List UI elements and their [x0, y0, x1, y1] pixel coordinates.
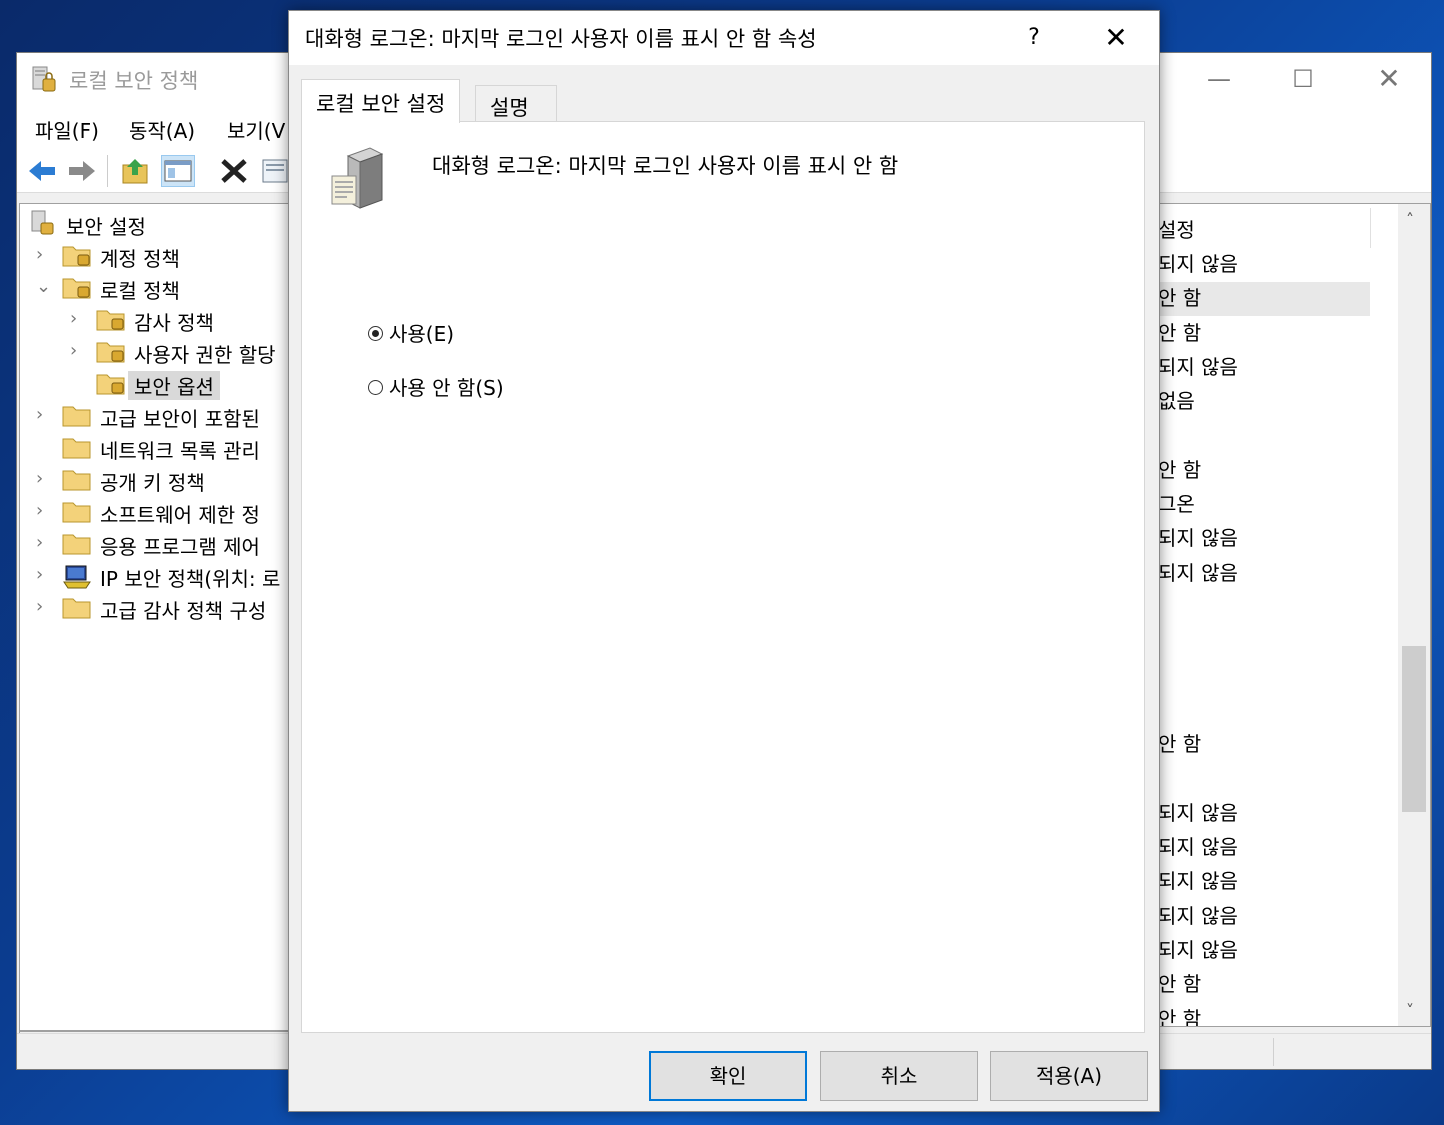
- list-vertical-scrollbar[interactable]: ˄ ˅: [1398, 204, 1430, 1026]
- folder-icon: [62, 498, 91, 524]
- security-settings-icon: [30, 210, 58, 236]
- menu-file[interactable]: 파일(F): [35, 115, 99, 144]
- apply-button[interactable]: 적용(A): [990, 1051, 1148, 1101]
- up-folder-icon[interactable]: [119, 155, 153, 187]
- dialog-close-button[interactable]: ✕: [1099, 21, 1133, 55]
- policy-folder-icon: [62, 242, 91, 268]
- list-row[interactable]: 안 함: [1158, 968, 1370, 1002]
- list-row[interactable]: 되지 않음: [1158, 865, 1370, 899]
- tree-item-label: 응용 프로그램 제어: [100, 535, 260, 559]
- minimize-button[interactable]: —: [1199, 63, 1239, 95]
- list-row[interactable]: 안 함: [1158, 282, 1370, 317]
- cancel-button[interactable]: 취소: [820, 1051, 978, 1101]
- list-row[interactable]: 안 함: [1158, 317, 1370, 351]
- policy-folder-icon: [96, 338, 125, 364]
- list-row[interactable]: 안 함: [1158, 728, 1370, 762]
- close-button[interactable]: ✕: [1369, 63, 1409, 95]
- chevron-right-icon[interactable]: ›: [70, 340, 86, 361]
- policy-name: 대화형 로그온: 마지막 로그인 사용자 이름 표시 안 함: [432, 154, 899, 178]
- list-row[interactable]: 되지 않음: [1158, 351, 1370, 385]
- policy-folder-icon: [96, 370, 125, 396]
- toolbar-separator: [107, 155, 108, 187]
- tree-item-label: 고급 감사 정책 구성: [100, 599, 267, 623]
- menu-action[interactable]: 동작(A): [129, 115, 195, 144]
- list-row[interactable]: [1158, 660, 1370, 694]
- scroll-thumb[interactable]: [1402, 646, 1426, 812]
- tree-item-label: 감사 정책: [134, 311, 214, 335]
- chevron-right-icon[interactable]: ›: [36, 500, 52, 521]
- tree-item-label: 사용자 권한 할당: [134, 343, 276, 367]
- list-row[interactable]: 되지 않음: [1158, 797, 1370, 831]
- radio-enabled-label[interactable]: 사용(E): [389, 318, 454, 347]
- scroll-down-icon[interactable]: ˅: [1406, 1001, 1414, 1020]
- delete-icon[interactable]: [217, 155, 251, 187]
- chevron-right-icon[interactable]: ›: [36, 244, 52, 265]
- column-divider[interactable]: [1370, 208, 1371, 248]
- folder-icon: [62, 594, 91, 620]
- ip-security-icon: [62, 562, 91, 589]
- tree-item-label: 네트워크 목록 관리: [100, 439, 260, 463]
- server-icon: [330, 146, 388, 210]
- policy-properties-dialog: 대화형 로그온: 마지막 로그인 사용자 이름 표시 안 함 속성 ? ✕ 로컬…: [288, 10, 1160, 1112]
- radio-disabled-circle[interactable]: [368, 380, 383, 395]
- chevron-right-icon[interactable]: ›: [70, 308, 86, 329]
- tree-item-label: 소프트웨어 제한 정: [100, 503, 260, 527]
- list-row[interactable]: 없음: [1158, 385, 1370, 419]
- tree-item-label: 고급 보안이 포함된: [100, 407, 260, 431]
- chevron-right-icon[interactable]: ›: [36, 532, 52, 553]
- radio-enabled-circle[interactable]: [368, 326, 383, 341]
- tree-item-label: 로컬 정책: [100, 279, 180, 303]
- tree-item-label: 보안 설정: [66, 215, 146, 239]
- list-row[interactable]: 안 함: [1158, 454, 1370, 488]
- help-button[interactable]: ?: [1019, 21, 1049, 55]
- radio-disabled-label[interactable]: 사용 안 함(S): [389, 372, 504, 401]
- list-row[interactable]: [1158, 763, 1370, 797]
- menu-view[interactable]: 보기(V: [227, 115, 285, 144]
- tree-item-label: 공개 키 정책: [100, 471, 205, 495]
- chevron-right-icon[interactable]: ›: [36, 404, 52, 425]
- policy-list-pane: 설정 되지 않음 안 함안 함 되지 않음 없음 안 함 그온 되지 않음 되지 않음 안 함되…: [1157, 203, 1431, 1027]
- policy-folder-icon: [62, 274, 91, 300]
- chevron-right-icon[interactable]: ›: [36, 596, 52, 617]
- list-row[interactable]: [1158, 420, 1370, 454]
- policy-folder-icon: [96, 306, 125, 332]
- chevron-down-icon[interactable]: ⌄: [36, 276, 52, 297]
- local-security-setting-panel: 대화형 로그온: 마지막 로그인 사용자 이름 표시 안 함 사용(E) 사용 …: [301, 121, 1145, 1033]
- list-row[interactable]: [1158, 625, 1370, 659]
- list-row[interactable]: [1158, 694, 1370, 728]
- folder-icon: [62, 466, 91, 492]
- list-row[interactable]: 되지 않음: [1158, 248, 1370, 282]
- back-arrow-icon[interactable]: [25, 155, 59, 187]
- list-row[interactable]: 되지 않음: [1158, 934, 1370, 968]
- list-row[interactable]: 안 함: [1158, 1003, 1370, 1026]
- list-row[interactable]: 그온: [1158, 488, 1370, 522]
- tab-local-security-setting[interactable]: 로컬 보안 설정: [301, 79, 461, 123]
- tree-item-label: IP 보안 정책(위치: 로: [100, 567, 281, 591]
- tab-explain[interactable]: 설명: [475, 85, 557, 125]
- tree-item-label: 계정 정책: [100, 247, 180, 271]
- security-policy-app-icon: [31, 65, 57, 93]
- folder-icon: [62, 434, 91, 460]
- folder-icon: [62, 530, 91, 556]
- tree-item-label: 보안 옵션: [128, 371, 220, 400]
- list-row[interactable]: [1158, 591, 1370, 625]
- ok-button[interactable]: 확인: [649, 1051, 807, 1101]
- tree-pane: 보안 설정 › 계정 정책 ⌄ 로컬 정책 › 감사 정책 › 사용자 권한 할…: [19, 203, 309, 1031]
- list-row[interactable]: 되지 않음: [1158, 557, 1370, 591]
- folder-icon: [62, 402, 91, 428]
- list-row[interactable]: 되지 않음: [1158, 900, 1370, 934]
- show-hide-tree-icon[interactable]: [161, 155, 195, 187]
- forward-arrow-icon[interactable]: [65, 155, 99, 187]
- column-header-setting[interactable]: 설정: [1158, 214, 1195, 243]
- list-row[interactable]: 되지 않음: [1158, 831, 1370, 865]
- maximize-button[interactable]: ☐: [1283, 63, 1323, 95]
- dialog-title: 대화형 로그온: 마지막 로그인 사용자 이름 표시 안 함 속성: [305, 27, 817, 51]
- chevron-right-icon[interactable]: ›: [36, 468, 52, 489]
- dialog-title-bar[interactable]: 대화형 로그온: 마지막 로그인 사용자 이름 표시 안 함 속성 ? ✕: [289, 11, 1159, 65]
- list-row[interactable]: 되지 않음: [1158, 522, 1370, 556]
- scroll-up-icon[interactable]: ˄: [1406, 210, 1414, 229]
- status-divider: [1273, 1038, 1274, 1066]
- mmc-title: 로컬 보안 정책: [69, 69, 199, 93]
- chevron-right-icon[interactable]: ›: [36, 564, 52, 585]
